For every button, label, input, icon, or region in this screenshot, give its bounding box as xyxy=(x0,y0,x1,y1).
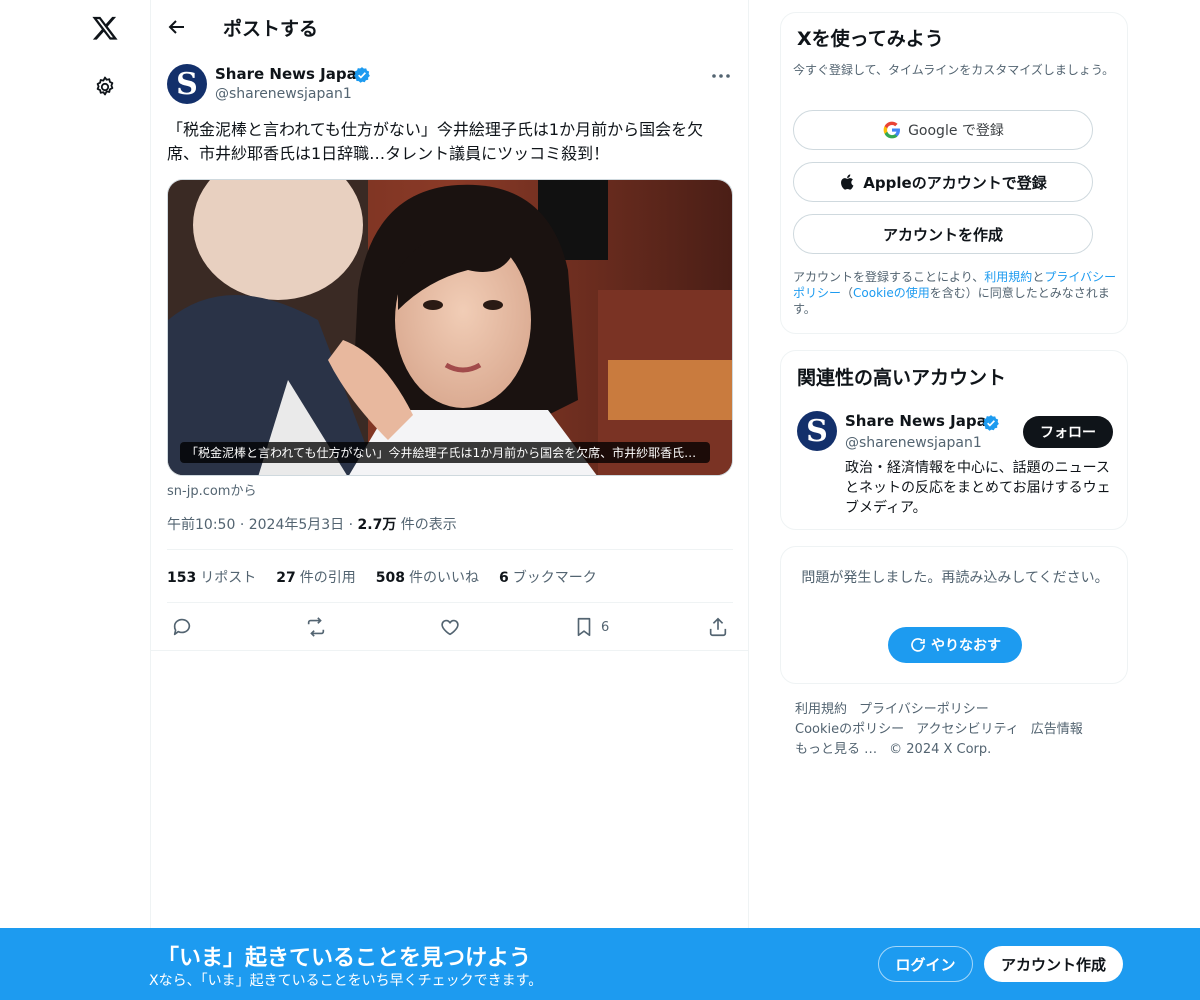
bottom-bar-title: 「いま」起きていることを見つけよう xyxy=(157,946,532,971)
like-button[interactable] xyxy=(439,615,461,639)
reposts-count: 153 xyxy=(167,570,197,586)
reply-icon xyxy=(173,618,191,636)
avatar[interactable]: S xyxy=(797,411,837,451)
main-column: ポストする S Share News Japan @sharenewsjapan… xyxy=(150,0,749,1000)
tweet-actions: 6 xyxy=(167,615,733,639)
bookmarks-count: 6 xyxy=(498,570,509,586)
divider xyxy=(167,549,733,550)
reposts-label: リポスト xyxy=(200,570,257,586)
views-count: 2.7万 xyxy=(357,517,397,533)
tweet-time[interactable]: 午前10:50 xyxy=(167,517,235,533)
share-icon xyxy=(709,617,727,637)
login-button[interactable]: ログイン xyxy=(878,946,973,982)
signup-title: Xを使ってみよう xyxy=(797,28,944,50)
tweet-author: S Share News Japan @sharenewsjapan1 xyxy=(167,64,733,108)
verified-badge-icon xyxy=(354,67,370,83)
footer-more-link[interactable]: もっと見る … xyxy=(795,742,877,757)
footer-link[interactable]: Cookieのポリシー xyxy=(795,722,904,737)
reposts-stat[interactable]: 153 リポスト xyxy=(167,567,256,587)
page-title: ポストする xyxy=(223,18,319,40)
views-label: 件の表示 xyxy=(400,517,457,533)
divider xyxy=(151,650,749,651)
google-signup-label: Google で登録 xyxy=(908,123,1004,139)
repost-icon xyxy=(307,617,325,637)
related-name[interactable]: Share News Japan xyxy=(845,412,997,430)
legal-pre: アカウントを登録することにより、 xyxy=(793,270,985,284)
quotes-label: 件の引用 xyxy=(299,570,356,586)
share-button[interactable] xyxy=(707,615,729,639)
refresh-icon xyxy=(911,638,925,652)
related-title: 関連性の高いアカウント xyxy=(797,367,1007,389)
likes-count: 508 xyxy=(375,570,405,586)
related-accounts-card: 関連性の高いアカウント S Share News Japan @sharenew… xyxy=(780,350,1128,530)
divider xyxy=(167,602,733,603)
legal-text: アカウントを登録することにより、利用規約とプライバシーポリシー（Cookieの使… xyxy=(793,269,1119,317)
google-signup-button[interactable]: Google で登録 xyxy=(793,110,1093,150)
bookmarks-stat: 6 ブックマーク xyxy=(499,567,597,587)
apple-icon xyxy=(841,174,854,190)
likes-stat[interactable]: 508 件のいいね xyxy=(376,567,479,587)
quotes-count: 27 xyxy=(276,570,296,586)
meta-separator: · xyxy=(239,517,245,533)
repost-button[interactable] xyxy=(305,615,327,639)
footer-link[interactable]: アクセシビリティ xyxy=(916,722,1019,737)
tweet-date[interactable]: 2024年5月3日 xyxy=(249,517,344,533)
signup-card: Xを使ってみよう 今すぐ登録して、タイムラインをカスタマイズしましょう。 Goo… xyxy=(780,12,1128,334)
footer-link[interactable]: 広告情報 xyxy=(1031,722,1083,737)
media-source[interactable]: sn-jp.comから xyxy=(167,480,256,499)
retry-button[interactable]: やりなおす xyxy=(888,627,1022,663)
more-dots-icon[interactable] xyxy=(709,66,733,86)
quotes-stat[interactable]: 27 件の引用 xyxy=(276,567,355,587)
arrow-left-icon[interactable] xyxy=(165,15,189,39)
copyright: © 2024 X Corp. xyxy=(889,742,992,757)
retry-label: やりなおす xyxy=(931,638,1001,654)
tweet-stats: 153 リポスト 27 件の引用 508 件のいいね 6 ブックマーク xyxy=(167,567,597,587)
create-account-label: アカウントを作成 xyxy=(882,225,1003,244)
reply-button[interactable] xyxy=(171,615,193,639)
terms-link[interactable]: 利用規約 xyxy=(984,270,1032,284)
media-card[interactable]: 「税金泥棒と言われても仕方がない」今井絵理子氏は1か月前から国会を欠席、市井紗耶… xyxy=(167,179,733,476)
meta-separator: · xyxy=(348,517,354,533)
tweet-text: 「税金泥棒と言われても仕方がない」今井絵理子氏は1か月前から国会を欠席、市井紗耶… xyxy=(167,120,704,163)
legal-paren: （ xyxy=(841,286,854,300)
apple-signup-button[interactable]: Appleのアカウントで登録 xyxy=(793,162,1093,202)
footer-link[interactable]: 利用規約 xyxy=(795,702,847,717)
error-card: 問題が発生しました。再読み込みしてください。 やりなおす xyxy=(780,546,1128,684)
related-handle[interactable]: @sharenewsjapan1 xyxy=(845,435,982,451)
bookmark-button[interactable]: 6 xyxy=(573,615,609,639)
bookmark-count: 6 xyxy=(601,619,610,635)
legal-and: と xyxy=(1032,270,1045,284)
author-handle[interactable]: @sharenewsjapan1 xyxy=(215,86,352,102)
bottom-signup-bar: 「いま」起きていることを見つけよう Xなら、「いま」起きていることをいち早くチェ… xyxy=(0,928,1200,1000)
news-photo xyxy=(168,180,732,475)
left-nav xyxy=(0,0,150,1000)
cookie-link[interactable]: Cookieの使用 xyxy=(853,286,930,300)
apple-signup-label: Appleのアカウントで登録 xyxy=(863,173,1047,192)
likes-label: 件のいいね xyxy=(408,570,479,586)
error-message: 問題が発生しました。再読み込みしてください。 xyxy=(801,570,1109,586)
page-header: ポストする xyxy=(151,0,749,53)
signup-subtitle: 今すぐ登録して、タイムラインをカスタマイズしましょう。 xyxy=(793,63,1115,77)
media-caption: 「税金泥棒と言われても仕方がない」今井絵理子氏は1か月前から国会を欠席、市井紗耶… xyxy=(180,442,710,463)
verified-badge-icon xyxy=(983,415,999,431)
follow-button[interactable]: フォロー xyxy=(1023,416,1113,448)
related-bio: 政治・経済情報を中心に、話題のニュースとネットの反応をまとめてお届けするウェブメ… xyxy=(845,460,1111,516)
x-logo-icon[interactable] xyxy=(91,14,119,42)
avatar[interactable]: S xyxy=(167,64,207,104)
author-name[interactable]: Share News Japan xyxy=(215,65,367,83)
tweet-meta: 午前10:50 · 2024年5月3日 · 2.7万 件の表示 xyxy=(167,514,457,534)
heart-icon xyxy=(441,619,459,636)
bookmarks-label: ブックマーク xyxy=(512,570,597,586)
footer-link[interactable]: プライバシーポリシー xyxy=(859,702,989,717)
signup-button[interactable]: アカウント作成 xyxy=(984,946,1123,982)
footer-links: 利用規約 プライバシーポリシー Cookieのポリシー アクセシビリティ 広告情報 も… xyxy=(795,700,1125,760)
google-icon xyxy=(883,121,901,139)
gear-icon[interactable] xyxy=(93,75,117,99)
bottom-bar-subtitle: Xなら、「いま」起きていることをいち早くチェックできます。 xyxy=(149,973,543,989)
create-account-button[interactable]: アカウントを作成 xyxy=(793,214,1093,254)
bookmark-icon xyxy=(577,617,591,637)
